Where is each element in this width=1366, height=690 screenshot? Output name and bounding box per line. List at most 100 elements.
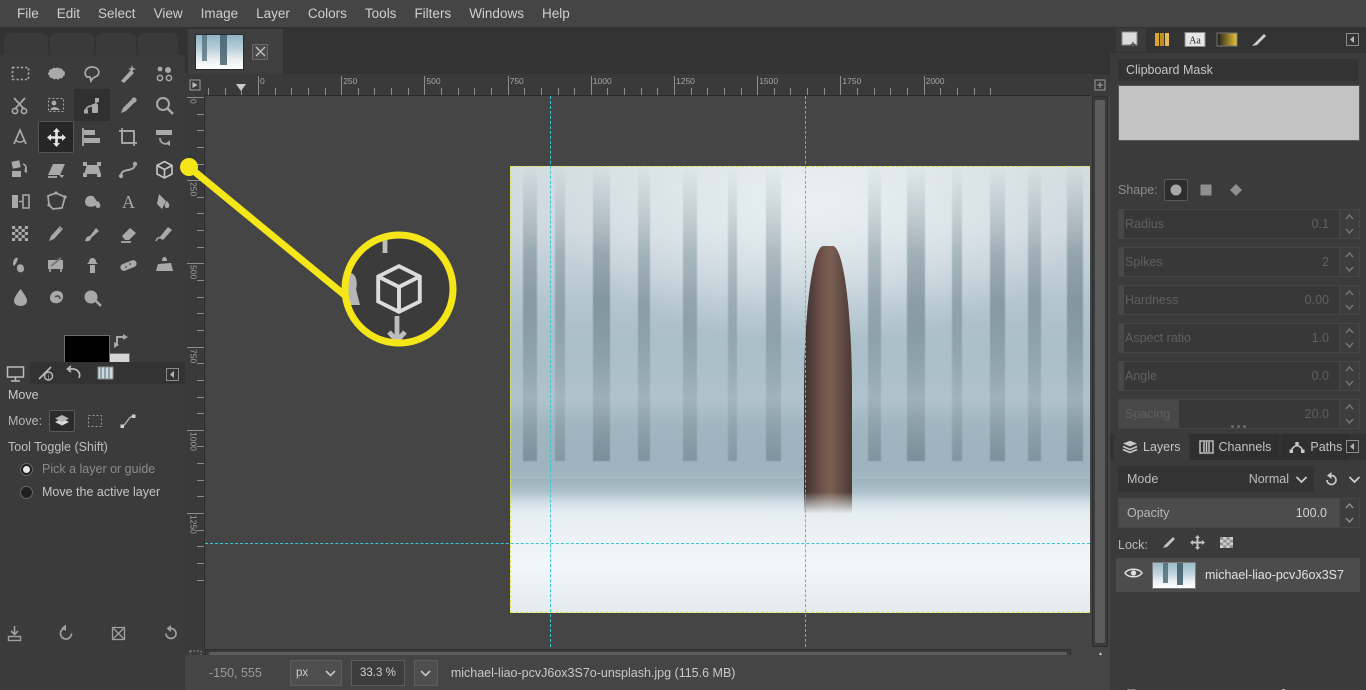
rectangle-select-tool[interactable]	[2, 57, 38, 89]
free-select-tool[interactable]	[74, 57, 110, 89]
opacity-slider[interactable]: Opacity 100.0	[1118, 498, 1360, 528]
fuzzy-select-tool[interactable]	[110, 57, 146, 89]
blur-sharpen-tool[interactable]	[2, 281, 38, 313]
move-tool[interactable]	[38, 121, 74, 153]
tab-channels[interactable]: Channels	[1190, 434, 1280, 460]
ellipse-select-tool[interactable]	[38, 57, 74, 89]
mode-dropdown-button[interactable]	[1344, 466, 1364, 492]
delete-x-icon[interactable]	[108, 622, 130, 644]
layer-row[interactable]: michael-liao-pcvJ6ox3S7	[1116, 558, 1360, 592]
menu-item-filters[interactable]: Filters	[405, 4, 460, 24]
menu-item-windows[interactable]: Windows	[460, 4, 533, 24]
shape-circle-button[interactable]	[1163, 179, 1188, 201]
3d-transform-tool[interactable]	[146, 153, 182, 185]
fonts-tab[interactable]: Aa	[1180, 28, 1210, 52]
menu-item-edit[interactable]: Edit	[48, 4, 89, 24]
shape-diamond-button[interactable]	[1224, 179, 1248, 201]
checker-tool[interactable]	[2, 217, 38, 249]
crop-tool[interactable]	[110, 121, 146, 153]
menu-item-file[interactable]: File	[8, 4, 48, 24]
brush-lock-icon[interactable]	[1160, 534, 1177, 556]
vertical-scrollbar[interactable]	[1092, 96, 1108, 647]
canvas-viewport[interactable]	[205, 96, 1090, 647]
menu-item-help[interactable]: Help	[533, 4, 579, 24]
slider-spinner[interactable]	[1339, 248, 1359, 276]
move-layer-mode-button[interactable]	[49, 410, 76, 432]
reset-mode-icon[interactable]	[1320, 466, 1342, 492]
zoom-tool[interactable]	[146, 89, 182, 121]
canvas-image[interactable]	[510, 166, 1090, 613]
tab-paths[interactable]: Paths	[1281, 434, 1351, 460]
toolbox-tab-1[interactable]	[4, 33, 48, 55]
ruler-origin-button[interactable]	[185, 74, 205, 96]
dock-menu-icon[interactable]	[1346, 440, 1360, 454]
perspective-clone-tool[interactable]	[146, 249, 182, 281]
radio-pick-layer-indicator[interactable]	[20, 462, 33, 476]
unit-selector[interactable]: px	[290, 659, 342, 686]
slider-angle[interactable]: Angle 0.0	[1118, 361, 1360, 391]
radio-pick-layer[interactable]: Pick a layer or guide	[20, 462, 155, 476]
mypaint-brush-tool[interactable]	[38, 249, 74, 281]
zoom-image-icon[interactable]	[1090, 74, 1110, 96]
move-selection-mode-button[interactable]	[82, 410, 108, 432]
swap-colors-icon[interactable]	[114, 333, 132, 349]
clone-tool[interactable]	[74, 249, 110, 281]
radio-move-active-layer-indicator[interactable]	[20, 485, 33, 499]
zoom-dropdown-button[interactable]	[413, 659, 438, 686]
zoom-level-input[interactable]: 33.3 %	[351, 659, 405, 686]
heal-tool[interactable]	[110, 249, 146, 281]
dock-menu-icon[interactable]	[1346, 33, 1360, 47]
toolbox-tab-4[interactable]	[138, 33, 178, 55]
gradients-tab[interactable]	[1212, 28, 1242, 52]
device-status-tab[interactable]: i	[30, 362, 60, 384]
opacity-spinner[interactable]	[1339, 499, 1359, 527]
dodge-burn-tool[interactable]	[74, 281, 110, 313]
menu-item-view[interactable]: View	[145, 4, 192, 24]
paths-tool[interactable]	[74, 89, 110, 121]
dock-menu-icon[interactable]	[165, 367, 179, 381]
warp-transform-tool[interactable]	[110, 153, 146, 185]
scissors-select-tool[interactable]	[2, 89, 38, 121]
color-picker-tool[interactable]	[110, 89, 146, 121]
measure-tool[interactable]	[2, 121, 38, 153]
slider-spikes[interactable]: Spikes 2	[1118, 247, 1360, 277]
rotate-tool[interactable]	[146, 121, 182, 153]
slider-spinner[interactable]	[1339, 324, 1359, 352]
ink-tool[interactable]	[2, 249, 38, 281]
menu-item-colors[interactable]: Colors	[299, 4, 356, 24]
save-icon[interactable]	[4, 622, 26, 644]
scale-tool[interactable]	[2, 153, 38, 185]
alpha-lock-icon[interactable]	[1218, 534, 1235, 556]
horizontal-ruler[interactable]: -250025050075010001250150017502000	[205, 74, 1090, 96]
reset-icon[interactable]	[160, 622, 182, 644]
paintbrush-tool[interactable]	[74, 217, 110, 249]
brushes-tab[interactable]	[1116, 28, 1146, 52]
eye-icon[interactable]	[1124, 566, 1143, 585]
foreground-select-tool[interactable]	[38, 89, 74, 121]
eraser-tool[interactable]	[110, 217, 146, 249]
menu-item-select[interactable]: Select	[89, 4, 145, 24]
dock-resize-grip[interactable]	[1221, 423, 1255, 429]
shape-square-button[interactable]	[1194, 179, 1218, 201]
toolbox-tab-2[interactable]	[50, 33, 94, 55]
slider-hardness[interactable]: Hardness 0.00	[1118, 285, 1360, 315]
image-tab[interactable]	[188, 29, 283, 74]
slider-spinner[interactable]	[1339, 210, 1359, 238]
slider-spinner[interactable]	[1339, 286, 1359, 314]
shear-tool[interactable]	[38, 153, 74, 185]
alignment-tool[interactable]	[74, 121, 110, 153]
gradient-tool[interactable]	[146, 185, 182, 217]
slider-spinner[interactable]	[1339, 400, 1359, 428]
airbrush-tool[interactable]	[146, 217, 182, 249]
menu-item-tools[interactable]: Tools	[356, 4, 406, 24]
restore-icon[interactable]	[56, 622, 78, 644]
perspective-tool[interactable]	[74, 153, 110, 185]
move-lock-icon[interactable]	[1189, 534, 1206, 556]
slider-aspect-ratio[interactable]: Aspect ratio 1.0	[1118, 323, 1360, 353]
pencil-tool[interactable]	[38, 217, 74, 249]
slider-spinner[interactable]	[1339, 362, 1359, 390]
vertical-ruler[interactable]: 0 250 500 750 1000 1250	[185, 96, 205, 647]
patterns-tab[interactable]	[1148, 28, 1178, 52]
tab-layers[interactable]: Layers	[1114, 434, 1189, 460]
blend-mode-row[interactable]: Mode Normal	[1118, 466, 1314, 492]
